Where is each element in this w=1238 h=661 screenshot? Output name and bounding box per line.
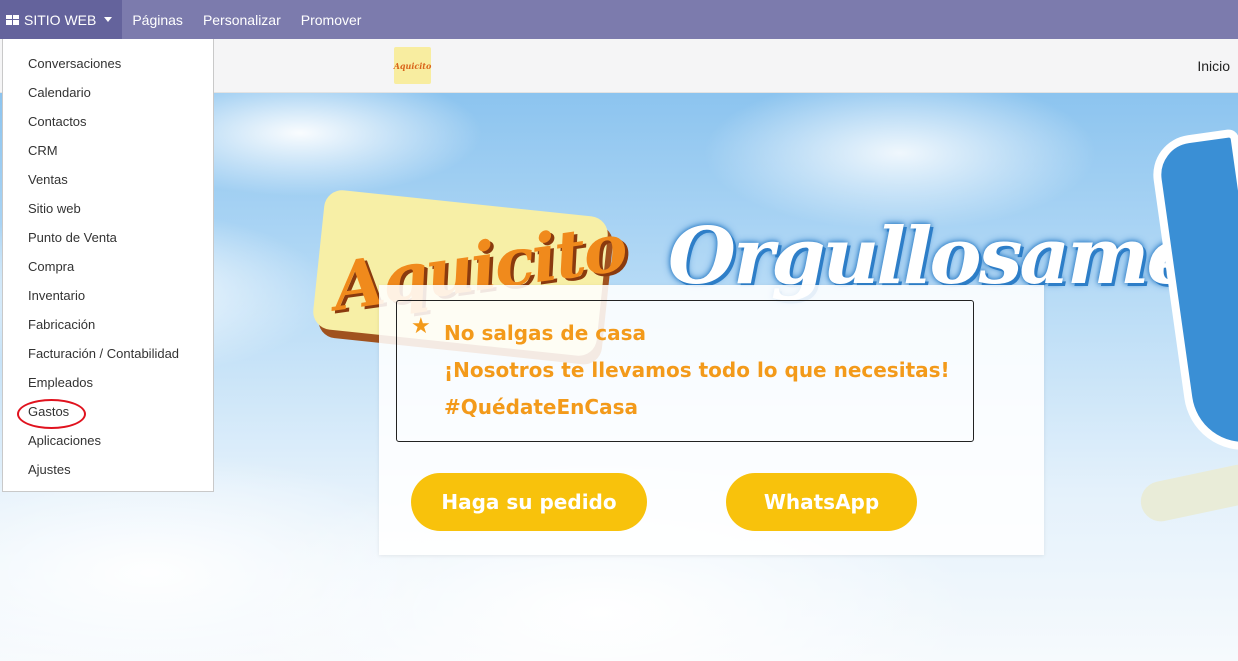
message-line-1: No salgas de casa bbox=[444, 321, 646, 345]
nav-paginas[interactable]: Páginas bbox=[122, 0, 193, 39]
menu-item-facturacion[interactable]: Facturación / Contabilidad bbox=[3, 339, 213, 368]
plane-illustration bbox=[1137, 460, 1238, 526]
menu-item-compra[interactable]: Compra bbox=[3, 252, 213, 281]
site-nav-inicio[interactable]: Inicio bbox=[1197, 58, 1230, 74]
star-icon: ★ bbox=[411, 313, 431, 338]
menu-item-sitio-web[interactable]: Sitio web bbox=[3, 194, 213, 223]
top-navbar: SITIO WEB Páginas Personalizar Promover bbox=[0, 0, 1238, 39]
nav-personalizar[interactable]: Personalizar bbox=[193, 0, 291, 39]
site-logo[interactable]: Aquicito bbox=[394, 47, 431, 84]
apps-menu-button[interactable]: SITIO WEB bbox=[0, 0, 123, 39]
site-logo-text: Aquicito bbox=[393, 60, 432, 71]
menu-item-gastos[interactable]: Gastos bbox=[3, 397, 213, 429]
menu-item-fabricacion[interactable]: Fabricación bbox=[3, 310, 213, 339]
menu-item-empleados[interactable]: Empleados bbox=[3, 368, 213, 397]
message-line-2: ¡Nosotros te llevamos todo lo que necesi… bbox=[444, 358, 950, 382]
menu-item-aplicaciones[interactable]: Aplicaciones bbox=[3, 426, 213, 455]
menu-item-conversaciones[interactable]: Conversaciones bbox=[3, 49, 213, 78]
content-card: ★ No salgas de casa ¡Nosotros te llevamo… bbox=[379, 285, 1044, 555]
menu-item-ajustes[interactable]: Ajustes bbox=[3, 455, 213, 484]
message-line-3: #QuédateEnCasa bbox=[444, 395, 638, 419]
menu-item-punto-de-venta[interactable]: Punto de Venta bbox=[3, 223, 213, 252]
message-box: ★ No salgas de casa ¡Nosotros te llevamo… bbox=[396, 300, 974, 442]
order-button[interactable]: Haga su pedido bbox=[411, 473, 647, 531]
whatsapp-button[interactable]: WhatsApp bbox=[726, 473, 917, 531]
menu-item-ventas[interactable]: Ventas bbox=[3, 165, 213, 194]
menu-item-inventario[interactable]: Inventario bbox=[3, 281, 213, 310]
grid-icon bbox=[6, 14, 19, 25]
apps-dropdown-menu: Conversaciones Calendario Contactos CRM … bbox=[2, 39, 214, 492]
menu-item-calendario[interactable]: Calendario bbox=[3, 78, 213, 107]
nav-promover[interactable]: Promover bbox=[291, 0, 372, 39]
apps-menu-label: SITIO WEB bbox=[24, 11, 97, 28]
caret-down-icon bbox=[104, 17, 113, 22]
menu-item-crm[interactable]: CRM bbox=[3, 136, 213, 165]
menu-item-contactos[interactable]: Contactos bbox=[3, 107, 213, 136]
